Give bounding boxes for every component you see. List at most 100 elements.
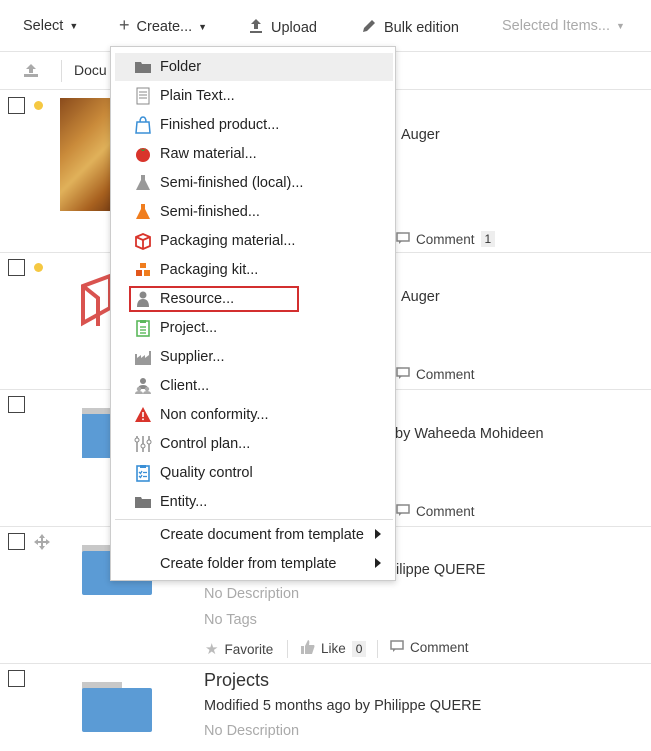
divider [287, 640, 288, 658]
create-menu-button[interactable]: + Create... ▼ [119, 15, 208, 36]
comment-label: Comment [410, 640, 469, 655]
select-menu-button[interactable]: Select ▼ [23, 18, 78, 34]
upload-label: Upload [271, 20, 317, 36]
modified-author[interactable]: ilippe QUERE [396, 562, 485, 578]
clipboard-icon [134, 319, 152, 337]
modified-author[interactable]: Auger [401, 127, 440, 143]
menu-item-raw-material[interactable]: Raw material... [111, 140, 395, 168]
plus-icon: + [119, 15, 130, 35]
caret-down-icon: ▼ [198, 22, 208, 32]
row-checkbox[interactable] [8, 533, 25, 550]
menu-item-control-plan[interactable]: Control plan... [111, 430, 395, 458]
comment-button[interactable]: Comment [396, 367, 475, 382]
bulk-edition-button[interactable]: Bulk edition [361, 18, 459, 38]
people-icon [134, 377, 152, 395]
folder-icon [134, 58, 152, 76]
warning-icon [134, 406, 152, 424]
like-label: Like [321, 641, 346, 656]
comment-icon [396, 231, 410, 247]
favorite-label: Favorite [224, 641, 274, 657]
parent-folder-icon[interactable] [22, 62, 40, 81]
menu-item-label: Client... [160, 378, 210, 394]
modified-author[interactable]: Auger [401, 289, 440, 305]
menu-item-label: Create folder from template [160, 556, 337, 572]
upload-icon [248, 18, 264, 38]
row-checkbox[interactable] [8, 97, 25, 114]
comment-button[interactable]: Comment 1 [396, 231, 496, 247]
divider [377, 640, 378, 658]
menu-item-label: Semi-finished (local)... [160, 175, 304, 191]
comment-label: Comment [416, 367, 475, 382]
comment-label: Comment [416, 504, 475, 519]
stacked-boxes-icon [134, 261, 152, 279]
menu-item-semi-finished-local[interactable]: Semi-finished (local)... [111, 169, 395, 197]
menu-item-supplier[interactable]: Supplier... [111, 343, 395, 371]
menu-item-entity[interactable]: Entity... [111, 488, 395, 516]
comment-label: Comment [416, 231, 475, 247]
menu-item-packaging-material[interactable]: Packaging material... [111, 227, 395, 255]
like-count: 0 [351, 640, 367, 657]
like-button[interactable]: Like 0 [300, 640, 367, 657]
menu-item-label: Folder [160, 59, 202, 75]
upload-button[interactable]: Upload [248, 18, 317, 38]
menu-item-label: Raw material... [160, 146, 257, 162]
menu-item-semi-finished[interactable]: Semi-finished... [111, 198, 395, 226]
create-dropdown-menu: Folder Plain Text... Finished product...… [110, 46, 396, 581]
menu-item-label: Control plan... [160, 436, 251, 452]
description-text: No Description [204, 723, 300, 739]
bulk-edition-label: Bulk edition [384, 20, 459, 36]
flask-orange-icon [134, 203, 152, 221]
menu-item-folder[interactable]: Folder [115, 53, 393, 81]
tags-text: No Tags [204, 612, 257, 628]
folder-thumbnail-icon[interactable] [82, 682, 152, 732]
menu-item-label: Project... [160, 320, 218, 336]
menu-item-resource[interactable]: Resource... [111, 285, 395, 313]
caret-down-icon: ▼ [616, 21, 625, 31]
pencil-icon [361, 18, 377, 38]
submenu-arrow-icon [375, 529, 381, 539]
create-label: Create... [136, 19, 193, 35]
menu-item-label: Non conformity... [160, 407, 269, 423]
comment-icon [396, 504, 410, 519]
modified-info[interactable]: Modified 5 months ago by Philippe QUERE [204, 698, 481, 714]
row-checkbox[interactable] [8, 396, 25, 413]
menu-item-packaging-kit[interactable]: Packaging kit... [111, 256, 395, 284]
selected-items-menu-button[interactable]: Selected Items... ▼ [502, 18, 625, 34]
select-label: Select [23, 18, 64, 34]
caret-down-icon: ▼ [69, 21, 79, 31]
comment-count: 1 [480, 231, 496, 247]
row-checkbox[interactable] [8, 259, 25, 276]
menu-item-non-conformity[interactable]: Non conformity... [111, 401, 395, 429]
menu-item-label: Packaging kit... [160, 262, 259, 278]
menu-item-plain-text[interactable]: Plain Text... [111, 82, 395, 110]
submenu-arrow-icon [375, 558, 381, 568]
folder-icon [134, 493, 152, 511]
status-dot [34, 101, 43, 110]
box-icon [134, 232, 152, 250]
comment-icon [390, 640, 404, 655]
comment-icon [396, 367, 410, 382]
menu-item-client[interactable]: Client... [111, 372, 395, 400]
modified-author[interactable]: by Waheeda Mohideen [395, 426, 544, 442]
move-icon[interactable] [34, 534, 50, 553]
menu-item-quality-control[interactable]: Quality control [111, 459, 395, 487]
comment-button[interactable]: Comment [390, 640, 469, 655]
menu-item-label: Semi-finished... [160, 204, 260, 220]
factory-icon [134, 348, 152, 366]
comment-button[interactable]: Comment [396, 504, 475, 519]
folder-thumbnail-icon[interactable] [82, 408, 112, 458]
description-text: No Description [204, 586, 300, 602]
menu-item-create-folder-from-template[interactable]: Create folder from template [111, 550, 395, 578]
star-icon: ★ [205, 641, 219, 658]
document-title-link[interactable]: Projects [204, 670, 269, 691]
divider [61, 60, 62, 82]
menu-item-label: Resource... [160, 291, 235, 307]
favorite-button[interactable]: ★ Favorite [205, 640, 273, 658]
text-document-icon [134, 87, 152, 105]
menu-item-label: Supplier... [160, 349, 225, 365]
row-checkbox[interactable] [8, 670, 25, 687]
menu-item-create-document-from-template[interactable]: Create document from template [111, 521, 395, 549]
menu-item-project[interactable]: Project... [111, 314, 395, 342]
checklist-icon [134, 464, 152, 482]
menu-item-finished-product[interactable]: Finished product... [111, 111, 395, 139]
